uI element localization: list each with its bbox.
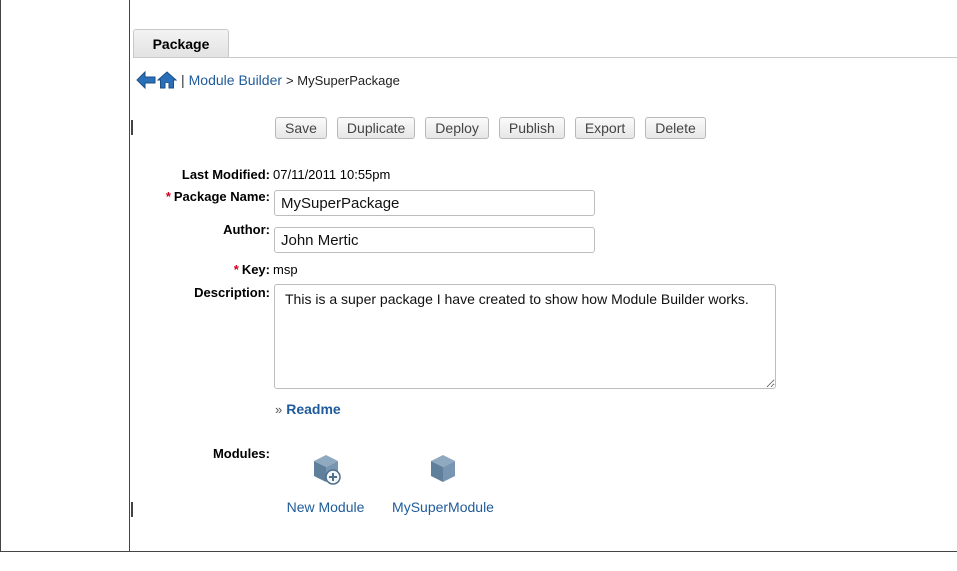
package-name-label: * Package Name: <box>165 189 270 204</box>
description-label: Description: <box>194 285 270 300</box>
toolbar: Save Duplicate Deploy Publish Export Del… <box>275 117 706 139</box>
module-label[interactable]: MySuperModule <box>392 499 494 515</box>
tab-divider <box>133 57 957 58</box>
duplicate-button[interactable]: Duplicate <box>336 117 416 139</box>
frame-bottom-line <box>0 551 957 552</box>
save-button[interactable]: Save <box>275 117 327 139</box>
row-marker <box>131 502 133 517</box>
author-label: Author: <box>223 222 270 237</box>
module-label[interactable]: New Module <box>287 499 365 515</box>
last-modified-value: 07/11/2011 10:55pm <box>273 167 391 182</box>
module-item-mysupermodule[interactable]: MySuperModule <box>379 452 507 515</box>
key-label: * Key: <box>233 262 270 277</box>
cube-icon <box>379 452 507 489</box>
delete-button[interactable]: Delete <box>645 117 706 139</box>
cube-add-icon <box>277 452 374 489</box>
double-chevron-down-icon: » <box>275 401 283 417</box>
readme-link[interactable]: Readme <box>286 401 340 417</box>
description-textarea[interactable]: This is a super package I have created t… <box>274 284 776 389</box>
required-marker: * <box>233 262 239 277</box>
tab-package[interactable]: Package <box>133 29 229 58</box>
deploy-button[interactable]: Deploy <box>425 117 489 139</box>
publish-button[interactable]: Publish <box>498 117 565 139</box>
package-name-input[interactable] <box>274 190 595 216</box>
breadcrumb-current: > MySuperPackage <box>286 72 400 88</box>
modules-label: Modules: <box>212 446 270 461</box>
frame-left-edge <box>0 0 1 551</box>
breadcrumb-link-module-builder[interactable]: Module Builder <box>189 72 282 88</box>
key-value: msp <box>273 262 298 277</box>
breadcrumb: | Module Builder > MySuperPackage <box>136 68 400 92</box>
home-icon[interactable] <box>157 70 177 90</box>
export-button[interactable]: Export <box>574 117 636 139</box>
module-item-new-module[interactable]: New Module <box>277 452 374 515</box>
row-marker <box>131 120 133 135</box>
author-input[interactable] <box>274 227 595 253</box>
back-arrow-icon[interactable] <box>136 71 156 89</box>
readme-toggle[interactable]: » Readme <box>275 401 341 417</box>
breadcrumb-separator: | <box>181 72 185 88</box>
required-marker: * <box>165 189 171 204</box>
last-modified-label: Last Modified: <box>181 167 270 182</box>
